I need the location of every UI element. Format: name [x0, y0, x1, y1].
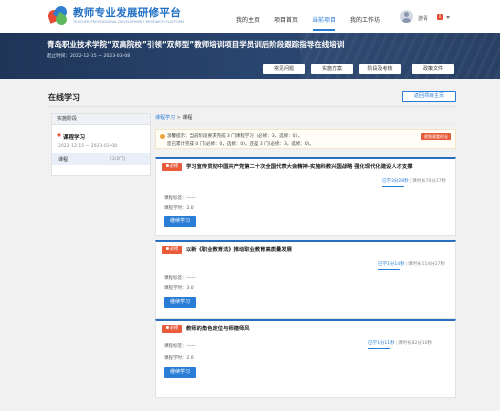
progress-total: 课时长114分27秒 — [408, 262, 445, 267]
course-card: 必修 以新《职业教育法》推动职业教育高质量发展 已学1分14秒|课时长114分2… — [155, 240, 456, 319]
project-time-range: 起止时间：2022-12-15 ~ 2023-03-08 — [47, 54, 131, 59]
course-card: 必修 学习宣传贯彻中国共产党第二十次全国代表大会精神-实施科教兴国战略 强化现代… — [155, 157, 456, 236]
stage-date: 2022-12-15 ~ 2023-03-08 — [58, 144, 117, 149]
breadcrumb-current: 课程 — [182, 115, 193, 121]
course-progress: 已学1分11秒|课时长82分16秒 — [368, 341, 433, 346]
course-tag-label: 课程标签：—— — [164, 276, 196, 281]
divider — [48, 106, 456, 107]
course-progress: 已学1分14秒|课时长114分27秒 — [378, 262, 445, 267]
breadcrumb-root[interactable]: 课程学习 — [155, 115, 175, 121]
course-progress: 已学3分28秒|课时长70分27秒 — [382, 179, 447, 184]
course-tag-label: 课程标签：—— — [164, 344, 196, 349]
continue-learning-button[interactable]: 继续学习 — [164, 297, 196, 308]
nav-my-home[interactable]: 我的主页 — [236, 15, 260, 24]
top-header: 教师专业发展研修平台 TEACHER PROFESSIONAL DEVELOPM… — [0, 0, 500, 33]
page-title: 在线学习 — [48, 93, 80, 102]
progress-bar — [382, 186, 404, 187]
nav-current-project[interactable]: 当前项目 — [312, 15, 336, 24]
course-credit-label: 课程学时：2.0 — [164, 206, 194, 211]
course-title[interactable]: 以新《职业教育法》推动职业教育高质量发展 — [186, 246, 292, 254]
requirement-notice: 温馨提示：当前阶段要求完成 3 门课程学习（必修：3，选修：0）。 您已累计完成… — [155, 129, 456, 149]
policy-documents-button[interactable]: 政策文件 — [412, 64, 454, 74]
stage-name[interactable]: 课程学习 — [63, 133, 85, 141]
course-tag-label: 课程标签：—— — [164, 196, 196, 201]
progress-bar — [378, 269, 400, 270]
notice-line-2: 您已累计完成 0 门(必修：0，选修：0)，还差 3 门(必修：3，选修：0)。 — [167, 142, 314, 147]
progress-done: 已学1分14秒 — [378, 262, 405, 267]
course-credit-label: 课程学时：3.0 — [164, 286, 194, 291]
active-nav-indicator — [313, 29, 335, 31]
progress-total: 课时长82分16秒 — [398, 341, 433, 346]
nav-my-workshop[interactable]: 我的工作坊 — [350, 15, 380, 24]
sidebar-item-label: 课程 — [58, 157, 69, 163]
avatar[interactable] — [400, 10, 413, 23]
course-credit-label: 课程学时：2.0 — [164, 356, 194, 361]
sidebar-item-count: (3/3门) — [110, 157, 126, 162]
logo-icon — [46, 3, 70, 28]
logo-title: 教师专业发展研修平台 — [73, 7, 181, 19]
project-title: 青岛职业技术学院“双高院校”引领“双师型”教师培训项目学员训后阶段跟踪指导在线培… — [47, 40, 345, 49]
faq-button[interactable]: 常见问题 — [263, 64, 305, 74]
divider — [155, 123, 456, 124]
required-tag: 必修 — [162, 163, 182, 171]
sidebar-item-course[interactable]: 课程 (3/3门) — [52, 153, 150, 165]
course-title[interactable]: 教师的角色定位与师德师风 — [186, 325, 250, 333]
pin-icon — [57, 133, 61, 138]
platform-logo[interactable]: 教师专业发展研修平台 TEACHER PROFESSIONAL DEVELOPM… — [46, 3, 185, 28]
course-card: 必修 教师的角色定位与师德师风 已学1分11秒|课时长82分16秒 课程标签：—… — [155, 319, 456, 398]
progress-total: 课时长70分27秒 — [412, 179, 447, 184]
continue-learning-button[interactable]: 继续学习 — [164, 216, 196, 227]
back-to-project-button[interactable]: 返回项目主页 — [402, 91, 456, 102]
logo-subtitle: TEACHER PROFESSIONAL DEVELOPMENT RESEARC… — [73, 19, 185, 24]
info-icon — [160, 134, 165, 139]
chevron-down-icon[interactable] — [446, 16, 450, 19]
progress-bar — [368, 348, 390, 349]
course-title[interactable]: 学习宣传贯彻中国共产党第二十次全国代表大会精神-实施科教兴国战略 强化现代化建设… — [186, 163, 413, 171]
progress-done: 已学3分28秒 — [382, 179, 409, 184]
implementation-plan-button[interactable]: 实施方案 — [311, 64, 353, 74]
breadcrumb-separator: > — [176, 115, 181, 121]
nav-project-home[interactable]: 项目首页 — [274, 15, 298, 24]
required-tag: 必修 — [162, 325, 182, 333]
sidebar-header: 实施阶段 — [52, 114, 150, 125]
notification-badge[interactable]: 0 — [437, 14, 443, 20]
continue-learning-button[interactable]: 继续学习 — [164, 367, 196, 378]
progress-done: 已学1分11秒 — [368, 341, 395, 346]
user-name[interactable]: 游青 — [418, 15, 428, 22]
stage-sidebar: 实施阶段 课程学习 2022-12-15 ~ 2023-03-08 课程 (3/… — [51, 113, 151, 176]
breadcrumb: 课程学习 > 课程 — [155, 114, 192, 121]
notice-line-1: 温馨提示：当前阶段要求完成 3 门课程学习（必修：3，选修：0）。 — [167, 134, 303, 139]
watch-duration-button[interactable]: 视频观看时长 — [421, 133, 451, 140]
stages-assessment-button[interactable]: 阶段及考核 — [359, 64, 401, 74]
required-tag: 必修 — [162, 246, 182, 254]
